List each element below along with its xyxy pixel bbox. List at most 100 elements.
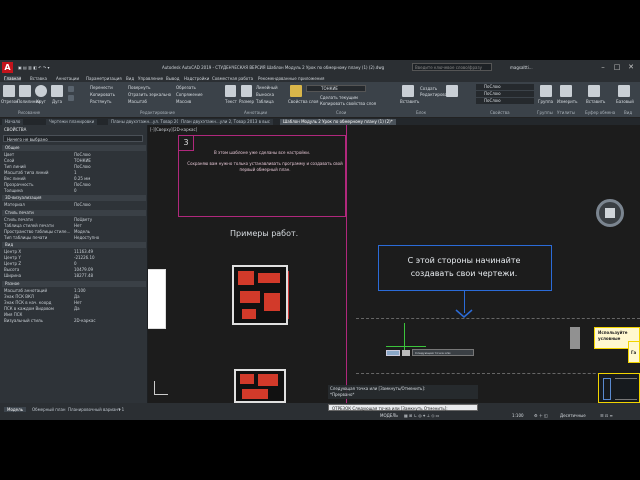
viewcube-face[interactable] (605, 208, 615, 218)
tab-annotate[interactable]: Аннотации (56, 76, 79, 81)
copy-button[interactable]: Копировать (90, 92, 115, 97)
insert-block-icon[interactable] (402, 85, 414, 97)
layout-tab-survey-plan[interactable]: Обмерный план (32, 407, 66, 412)
lineweight-dropdown[interactable]: ПоСлою (476, 91, 534, 97)
table-button[interactable]: Таблица (256, 99, 274, 104)
scale-button[interactable]: Масштаб (128, 99, 147, 104)
layer-properties-button[interactable]: Свойства слоя (288, 99, 318, 104)
make-current-button[interactable]: Сделать текущим (320, 95, 358, 100)
prop-row[interactable]: Ширина 18277.48 (4, 273, 144, 278)
tab-insert[interactable]: Вставка (30, 76, 47, 81)
section-misc[interactable]: Разное (2, 281, 146, 287)
tab-addins[interactable]: Надстройки (184, 76, 209, 81)
group-button[interactable]: Группа (538, 99, 553, 104)
model-space-toggle[interactable]: МОДЕЛЬ (380, 413, 398, 418)
tab-collaborate[interactable]: Совместная работа (212, 76, 253, 81)
prop-row[interactable]: Знак ПСК в нач. коорд Нет (4, 300, 144, 305)
selection-dropdown[interactable]: Ничего не выбрано (3, 135, 143, 142)
prop-row[interactable]: Центр Y -21226.10 (4, 255, 144, 260)
prop-row[interactable]: Визуальный стиль 2D-каркас (4, 318, 144, 323)
linetype-dropdown[interactable]: ПоСлою (476, 98, 534, 104)
command-line[interactable]: ОТРЕЗОК Следующая точка или [Замкнуть От… (328, 404, 478, 411)
maximize-button[interactable]: □ (612, 62, 622, 72)
tab-view[interactable]: Вид (126, 76, 134, 81)
prop-row[interactable]: Цвет ПоСлою (4, 152, 144, 157)
circle-icon[interactable] (35, 85, 47, 97)
units-dropdown[interactable]: Десятичные (560, 413, 586, 418)
measure-icon[interactable] (560, 85, 572, 97)
dimension-icon[interactable] (241, 85, 252, 97)
prop-row[interactable]: Знак ПСК ВКЛ Да (4, 294, 144, 299)
workspace-icons[interactable]: ⚙ ＋ ◱ (534, 413, 548, 418)
linear-button[interactable]: Линейный (256, 85, 278, 90)
prop-row[interactable]: Пространство таблицы стиле... Модель (4, 229, 144, 234)
fillet-button[interactable]: Сопряжение (176, 92, 203, 97)
customize-icon[interactable]: ☰ ⊡ ≡ (600, 413, 613, 418)
rectangle-icon[interactable] (68, 95, 74, 101)
coordinate-input-2[interactable] (402, 350, 410, 356)
layout-tab-model[interactable]: Модель (4, 407, 27, 412)
quick-access-toolbar[interactable]: ▣ ▤ ▥ ◧ ↶ ↷ ▾ (18, 65, 49, 70)
prop-row[interactable]: Центр Z0 (4, 261, 144, 266)
move-button[interactable]: Перенести (90, 85, 113, 90)
group-title-modify[interactable]: Редактирование (140, 110, 175, 115)
tab-featured-apps[interactable]: Рекомендованные приложения (258, 76, 324, 81)
paste-icon[interactable] (588, 85, 600, 97)
group-title-clipboard[interactable]: Буфер обмена (585, 110, 615, 115)
prop-row[interactable]: ПСК в каждом Видовом Да (4, 306, 144, 311)
layer-dropdown[interactable]: ТОНКИЕ (306, 85, 366, 92)
prop-row[interactable]: Тип таблицы печати Недоступно (4, 235, 144, 240)
add-layout-icon[interactable]: + (118, 407, 121, 412)
section-view[interactable]: Вид (2, 242, 146, 248)
prop-row[interactable]: Масштаб типа линий 1 (4, 170, 144, 175)
group-title-properties[interactable]: Свойства (490, 110, 510, 115)
section-general[interactable]: Общие (2, 145, 146, 151)
base-view-icon[interactable] (618, 85, 630, 97)
prop-row[interactable]: Слой ТОНКИЕ (4, 158, 144, 163)
prop-row[interactable]: Имя ПСК (4, 312, 144, 317)
prop-row[interactable]: Материал ПоСлою (4, 202, 144, 207)
section-3d-visualization[interactable]: 3D-визуализация (2, 195, 146, 201)
autocad-logo-icon[interactable]: A (2, 62, 13, 73)
arc-button[interactable]: Дуга (52, 99, 62, 104)
search-input[interactable]: Введите ключевое слово/фразу (412, 63, 492, 71)
text-icon[interactable] (225, 85, 236, 97)
match-layer-button[interactable]: Копировать свойства слоя (320, 101, 376, 106)
group-title-groups[interactable]: Группы (537, 110, 553, 115)
mirror-button[interactable]: Отразить зеркально (128, 92, 171, 97)
polyline-icon[interactable] (19, 85, 31, 97)
text-button[interactable]: Текст (225, 99, 237, 104)
array-button[interactable]: Массив (176, 99, 191, 104)
prop-row[interactable]: Толщина 0 (4, 188, 144, 193)
group-title-utilities[interactable]: Утилиты (557, 110, 575, 115)
insert-block-button[interactable]: Вставить (400, 99, 419, 104)
prop-row[interactable]: Масштаб аннотаций 1:100 (4, 288, 144, 293)
prop-row[interactable]: Прозрачность ПоСлою (4, 182, 144, 187)
layer-properties-icon[interactable] (290, 85, 302, 97)
group-icon[interactable] (540, 85, 552, 97)
user-name[interactable]: magsaltti... (510, 65, 533, 70)
drawing-canvas[interactable]: [-][Сверху][2D-каркас] 3 В этом шаблоне … (148, 125, 640, 403)
coordinate-input[interactable] (386, 350, 400, 356)
viewport-controls[interactable]: [-][Сверху][2D-каркас] (150, 127, 197, 132)
arc-icon[interactable] (51, 85, 63, 97)
prop-row[interactable]: Вес линий 0.25 мм (4, 176, 144, 181)
prop-row[interactable]: Стиль печати ПоЦвету (4, 217, 144, 222)
stretch-button[interactable]: Растянуть (90, 99, 111, 104)
section-plot-style[interactable]: Стиль печати (2, 210, 146, 216)
prop-row[interactable]: Центр X 11163.49 (4, 249, 144, 254)
tab-parametric[interactable]: Параметризация (86, 76, 122, 81)
group-title-view[interactable]: Вид (624, 110, 632, 115)
tab-home[interactable]: Главная (4, 76, 22, 81)
minimize-button[interactable]: – (598, 62, 608, 72)
create-block-button[interactable]: Создать (420, 86, 437, 91)
line-button[interactable]: Отрезок (1, 99, 18, 104)
floor-plan-2[interactable] (234, 369, 286, 403)
match-properties-icon[interactable] (446, 85, 458, 97)
annotation-scale[interactable]: 1:100 (512, 413, 524, 418)
status-icons[interactable]: ▦ ⊞ ∟ ◎ ⌖ ⊥ ◇ ▭ (404, 413, 439, 418)
group-title-annotation[interactable]: Аннотации (244, 110, 267, 115)
leader-button[interactable]: Выноска (256, 92, 274, 97)
color-dropdown[interactable]: ПоСлою (476, 84, 534, 90)
paste-button[interactable]: Вставить (586, 99, 605, 104)
